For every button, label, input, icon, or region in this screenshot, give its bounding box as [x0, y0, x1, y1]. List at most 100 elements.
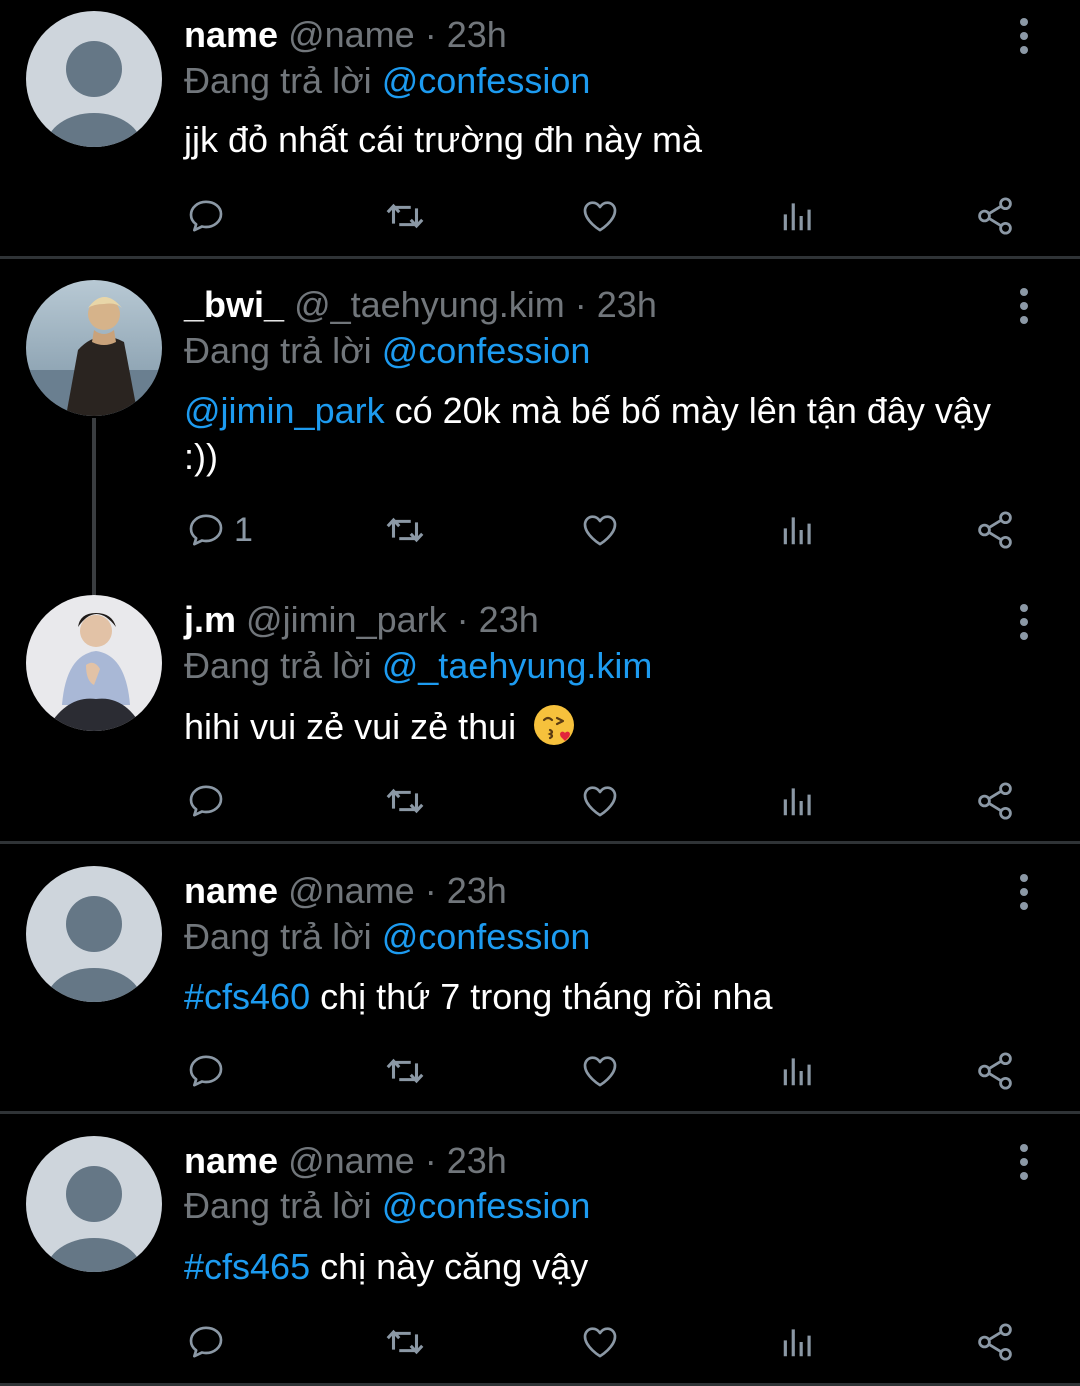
display-name[interactable]: name — [184, 870, 278, 911]
reply-to-mention[interactable]: @confession — [382, 60, 591, 101]
views-button[interactable] — [779, 507, 817, 553]
share-icon — [978, 782, 1012, 820]
timestamp[interactable]: 23h — [479, 599, 539, 640]
more-icon[interactable] — [1010, 602, 1038, 642]
user-handle[interactable]: @name — [288, 14, 415, 55]
text-mention[interactable]: @jimin_park — [184, 390, 385, 431]
hashtag-link[interactable]: #cfs460 — [184, 976, 310, 1017]
more-icon[interactable] — [1010, 16, 1038, 56]
action-bar — [0, 778, 1080, 824]
reply-to-mention[interactable]: @_taehyung.kim — [382, 645, 653, 686]
tweet-divider — [0, 256, 1080, 259]
more-icon[interactable] — [1010, 1142, 1038, 1182]
separator-dot: · — [574, 284, 587, 325]
like-button[interactable] — [580, 1319, 620, 1365]
replying-to-label: Đang trả lời — [184, 916, 372, 957]
share-button[interactable] — [974, 1319, 1016, 1365]
tweet-text: #cfs465 chị này căng vậy — [184, 1244, 1004, 1290]
action-bar — [0, 1048, 1080, 1094]
avatar[interactable] — [26, 1136, 162, 1272]
views-button[interactable] — [779, 1048, 817, 1094]
reply-icon — [189, 514, 223, 546]
more-icon[interactable] — [1010, 872, 1038, 912]
action-bar — [0, 193, 1080, 239]
share-button[interactable] — [974, 507, 1016, 553]
tweet[interactable]: name @name · 23h Đang trả lời @confessio… — [0, 0, 1080, 258]
hashtag-link[interactable]: #cfs465 — [184, 1246, 310, 1287]
timestamp[interactable]: 23h — [447, 14, 507, 55]
views-icon — [783, 203, 811, 231]
like-button[interactable] — [580, 778, 620, 824]
share-button[interactable] — [974, 1048, 1016, 1094]
timestamp[interactable]: 23h — [447, 870, 507, 911]
tweet-text: #cfs460 chị thứ 7 trong tháng rồi nha — [184, 974, 1004, 1020]
default-avatar-icon — [26, 11, 162, 147]
avatar[interactable] — [26, 11, 162, 147]
reply-button[interactable] — [186, 778, 226, 824]
display-name[interactable]: _bwi_ — [184, 284, 284, 325]
share-button[interactable] — [974, 193, 1016, 239]
tweet-header: name @name · 23h — [184, 14, 507, 56]
reply-button[interactable]: 1 — [186, 507, 253, 553]
user-handle[interactable]: @_taehyung.kim — [294, 284, 565, 325]
retweet-button[interactable] — [382, 507, 428, 553]
retweet-button[interactable] — [382, 1319, 428, 1365]
retweet-button[interactable] — [382, 778, 428, 824]
retweet-icon — [386, 788, 424, 814]
tweet-text-content: hihi vui zẻ vui zẻ thui — [184, 706, 517, 747]
share-button[interactable] — [974, 778, 1016, 824]
replying-to-label: Đang trả lời — [184, 645, 372, 686]
display-name[interactable]: name — [184, 1140, 278, 1181]
views-button[interactable] — [779, 193, 817, 239]
reply-to-mention[interactable]: @confession — [382, 1185, 591, 1226]
views-icon — [783, 517, 811, 545]
reply-button[interactable] — [186, 193, 226, 239]
tweet-text-content: chị thứ 7 trong tháng rồi nha — [310, 976, 773, 1017]
tweet[interactable]: _bwi_ @_taehyung.kim · 23h Đang trả lời … — [0, 260, 1080, 596]
display-name[interactable]: name — [184, 14, 278, 55]
like-button[interactable] — [580, 193, 620, 239]
tweet-text: jjk đỏ nhất cái trường đh này mà — [184, 117, 1004, 163]
tweet-header: _bwi_ @_taehyung.kim · 23h — [184, 284, 657, 326]
timestamp[interactable]: 23h — [597, 284, 657, 325]
avatar[interactable] — [26, 595, 162, 731]
replying-to-label: Đang trả lời — [184, 1185, 372, 1226]
default-avatar-icon — [26, 866, 162, 1002]
like-button[interactable] — [580, 507, 620, 553]
reply-to-mention[interactable]: @confession — [382, 916, 591, 957]
user-handle[interactable]: @name — [288, 870, 415, 911]
retweet-icon — [386, 1329, 424, 1355]
views-button[interactable] — [779, 1319, 817, 1365]
share-icon — [978, 197, 1012, 235]
separator-dot: · — [424, 870, 437, 911]
separator-dot: · — [424, 14, 437, 55]
reply-button[interactable] — [186, 1048, 226, 1094]
tweet-text: @jimin_park có 20k mà bế bố mày lên tận … — [184, 388, 1004, 480]
tweet-divider — [0, 841, 1080, 844]
reply-button[interactable] — [186, 1319, 226, 1365]
like-icon — [583, 1327, 617, 1358]
timestamp[interactable]: 23h — [447, 1140, 507, 1181]
share-icon — [978, 1052, 1012, 1090]
user-handle[interactable]: @name — [288, 1140, 415, 1181]
display-name[interactable]: j.m — [184, 599, 236, 640]
reply-to-mention[interactable]: @confession — [382, 330, 591, 371]
kissing-face-emoji — [534, 705, 575, 745]
tweet[interactable]: name @name · 23h Đang trả lời @confessio… — [0, 845, 1080, 1113]
avatar[interactable] — [26, 866, 162, 1002]
avatar[interactable] — [26, 280, 162, 416]
replying-to: Đang trả lời @confession — [184, 330, 590, 372]
replying-to: Đang trả lời @_taehyung.kim — [184, 645, 652, 687]
retweet-icon — [386, 203, 424, 229]
tweet[interactable]: name @name · 23h Đang trả lời @confessio… — [0, 1115, 1080, 1383]
user-handle[interactable]: @jimin_park — [246, 599, 447, 640]
retweet-button[interactable] — [382, 1048, 428, 1094]
views-button[interactable] — [779, 778, 817, 824]
reply-icon — [189, 200, 223, 232]
like-button[interactable] — [580, 1048, 620, 1094]
tweet[interactable]: j.m @jimin_park · 23h Đang trả lời @_tae… — [0, 580, 1080, 842]
retweet-icon — [386, 517, 424, 543]
action-bar — [0, 1319, 1080, 1365]
retweet-button[interactable] — [382, 193, 428, 239]
more-icon[interactable] — [1010, 286, 1038, 326]
